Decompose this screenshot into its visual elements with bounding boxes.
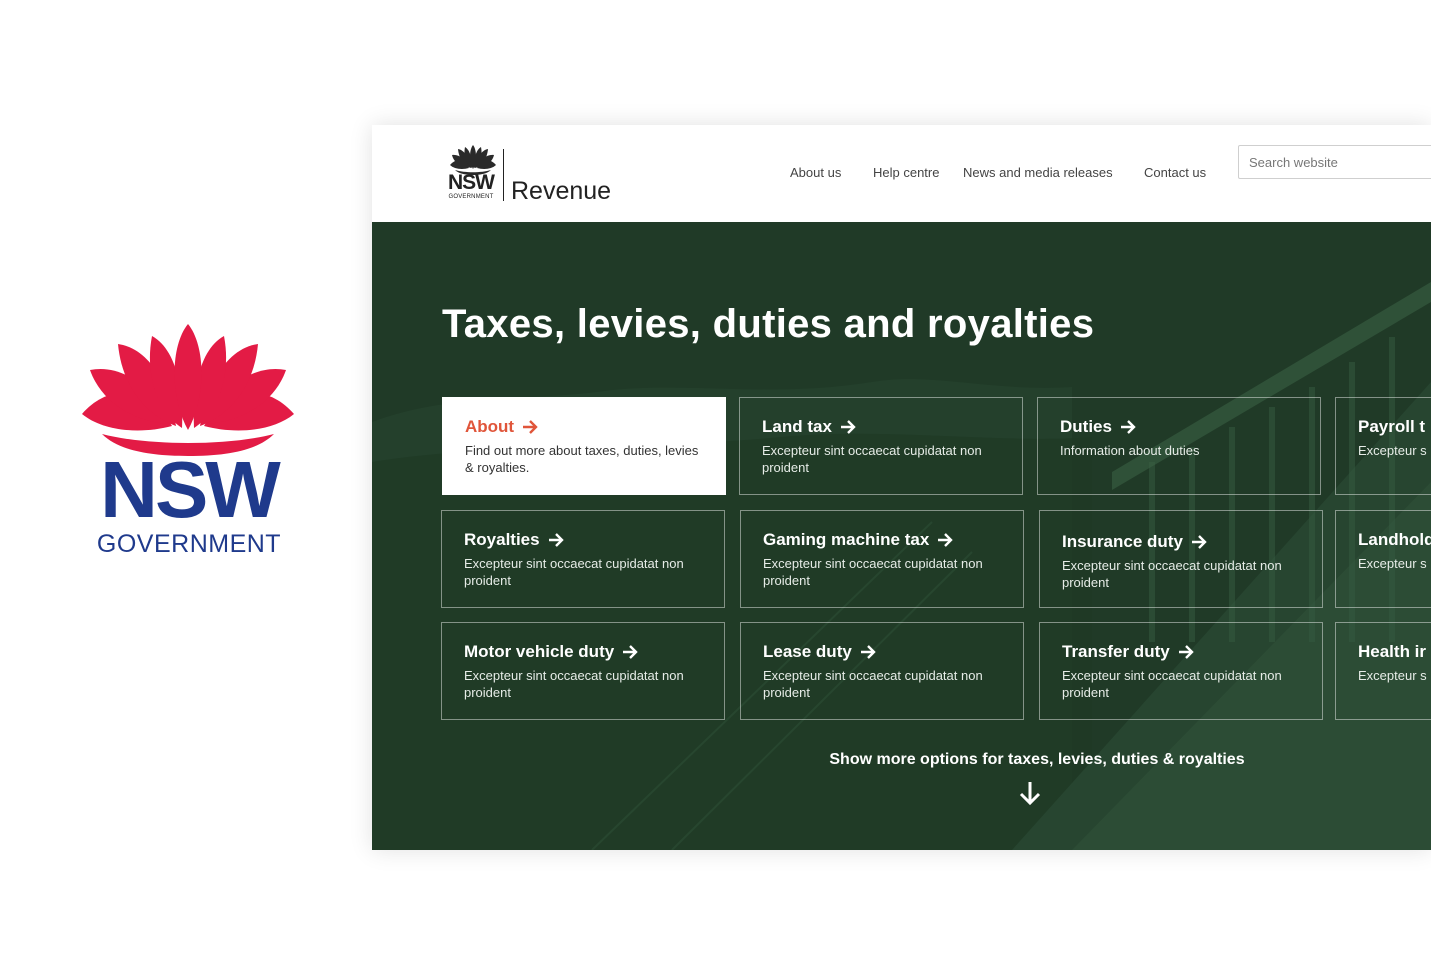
arrow-right-icon: [523, 420, 538, 434]
nav-news-media[interactable]: News and media releases: [963, 165, 1113, 181]
card-land-tax[interactable]: Land tax Excepteur sint occaecat cupidat…: [739, 397, 1023, 495]
card-title: Transfer duty: [1062, 642, 1170, 661]
card-description: Excepteur sint occaecat cupidatat non pr…: [464, 668, 684, 700]
site-header: NSW GOVERNMENT Revenue About us Help cen…: [372, 125, 1431, 222]
card-motor-vehicle-duty[interactable]: Motor vehicle duty Excepteur sint occaec…: [441, 622, 725, 720]
card-payroll-tax[interactable]: Payroll t Excepteur s non proiden: [1335, 397, 1431, 495]
nav-about-us[interactable]: About us: [790, 165, 841, 181]
card-duties[interactable]: Duties Information about duties: [1037, 397, 1321, 495]
arrow-right-icon: [938, 533, 953, 547]
card-description: Excepteur sint occaecat cupidatat non pr…: [762, 443, 982, 475]
card-lease-duty[interactable]: Lease duty Excepteur sint occaecat cupid…: [740, 622, 1024, 720]
card-transfer-duty[interactable]: Transfer duty Excepteur sint occaecat cu…: [1039, 622, 1323, 720]
nav-help-centre[interactable]: Help centre: [873, 165, 939, 181]
card-title: Motor vehicle duty: [464, 642, 615, 661]
card-description: Information about duties: [1060, 443, 1200, 458]
arrow-right-icon: [860, 645, 876, 659]
revenue-website: NSW GOVERNMENT Revenue About us Help cen…: [372, 125, 1431, 850]
hero-section: Taxes, levies, duties and royalties Abou…: [372, 222, 1431, 850]
card-description: Excepteur s non proiden: [1358, 668, 1431, 683]
card-about[interactable]: About Find out more about taxes, duties,…: [442, 397, 726, 495]
card-title: Royalties: [464, 530, 540, 549]
card-description: Excepteur s non proiden: [1358, 556, 1431, 571]
arrow-right-icon: [840, 420, 856, 434]
card-title: Insurance duty: [1062, 532, 1183, 551]
logo-government-text: GOVERNMENT: [448, 194, 494, 200]
card-insurance-duty[interactable]: Insurance duty Excepteur sint occaecat c…: [1039, 510, 1323, 608]
logo-divider: [503, 149, 504, 201]
arrow-right-icon: [1191, 535, 1207, 549]
card-description: Excepteur s non proiden: [1358, 443, 1431, 458]
card-health-insurance[interactable]: Health ir Excepteur s non proiden: [1335, 622, 1431, 720]
page-title: Taxes, levies, duties and royalties: [442, 302, 1095, 346]
arrow-right-icon: [623, 645, 638, 659]
card-title: Land tax: [762, 417, 832, 436]
card-gaming-machine-tax[interactable]: Gaming machine tax Excepteur sint occaec…: [740, 510, 1024, 608]
government-wordmark: GOVERNMENT: [96, 530, 282, 558]
card-title: Duties: [1060, 417, 1112, 436]
nsw-government-logo: NSW GOVERNMENT: [78, 322, 298, 562]
card-title: Gaming machine tax: [763, 530, 930, 549]
arrow-right-icon: [1178, 645, 1194, 659]
card-description: Excepteur sint occaecat cupidatat non pr…: [1062, 668, 1282, 700]
card-description: Excepteur sint occaecat cupidatat non pr…: [763, 556, 983, 588]
arrow-down-icon[interactable]: [1018, 780, 1042, 806]
arrow-right-icon: [1120, 420, 1136, 434]
nsw-wordmark: NSW: [100, 445, 281, 534]
search-input[interactable]: [1238, 145, 1431, 179]
arrow-right-icon: [548, 533, 564, 547]
card-landholder-duty[interactable]: Landhold Excepteur s non proiden: [1335, 510, 1431, 608]
card-description: Excepteur sint occaecat cupidatat non pr…: [763, 668, 983, 700]
logo-nsw-text: NSW: [448, 171, 495, 194]
card-title: Payroll t: [1358, 417, 1426, 436]
card-title: Health ir: [1358, 642, 1427, 661]
card-title: About: [465, 417, 515, 436]
card-description: Excepteur sint occaecat cupidatat non pr…: [464, 556, 684, 588]
card-royalties[interactable]: Royalties Excepteur sint occaecat cupida…: [441, 510, 725, 608]
brand-name: Revenue: [511, 177, 612, 205]
card-description: Find out more about taxes, duties, levie…: [465, 443, 699, 475]
revenue-logo[interactable]: NSW GOVERNMENT Revenue: [445, 145, 625, 205]
card-title: Landhold: [1358, 530, 1431, 549]
nav-contact-us[interactable]: Contact us: [1144, 165, 1206, 181]
waratah-icon: [82, 324, 294, 456]
card-description: Excepteur sint occaecat cupidatat non pr…: [1062, 558, 1282, 590]
card-title: Lease duty: [763, 642, 852, 661]
show-more-link[interactable]: Show more options for taxes, levies, dut…: [752, 749, 1322, 771]
